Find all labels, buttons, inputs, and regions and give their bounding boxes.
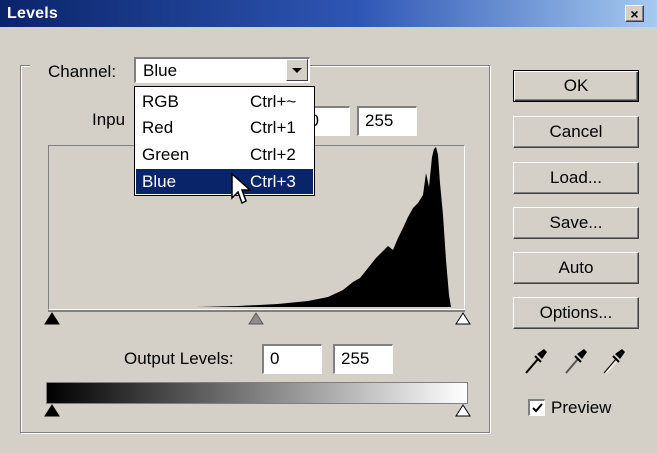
channel-select-value: Blue bbox=[143, 61, 178, 80]
option-shortcut: Ctrl+2 bbox=[250, 145, 296, 164]
dropdown-option-rgb[interactable]: RGB Ctrl+~ bbox=[136, 89, 313, 114]
option-shortcut: Ctrl+1 bbox=[250, 118, 296, 137]
close-button[interactable]: × bbox=[625, 5, 644, 22]
ok-button[interactable]: OK bbox=[513, 70, 639, 102]
output-levels-low-field[interactable]: 0 bbox=[262, 344, 322, 374]
cancel-button[interactable]: Cancel bbox=[513, 116, 639, 148]
chevron-down-icon[interactable] bbox=[286, 59, 308, 81]
black-point-slider[interactable] bbox=[44, 312, 60, 326]
mouse-cursor-icon bbox=[231, 172, 252, 205]
option-label: Blue bbox=[142, 172, 177, 191]
option-label: Red bbox=[142, 118, 174, 137]
option-shortcut: Ctrl+3 bbox=[250, 172, 296, 191]
checkmark-icon bbox=[532, 403, 543, 413]
preview-label: Preview bbox=[551, 398, 612, 417]
channel-dropdown-list: RGB Ctrl+~ Red Ctrl+1 Green Ctrl+2 Blue … bbox=[134, 86, 315, 196]
white-point-slider[interactable] bbox=[455, 312, 471, 326]
option-label: Green bbox=[142, 145, 190, 164]
option-shortcut: Ctrl+~ bbox=[250, 92, 297, 111]
output-levels-high-field[interactable]: 255 bbox=[333, 344, 393, 374]
input-levels-label: Inpu bbox=[92, 110, 126, 129]
auto-button[interactable]: Auto bbox=[513, 252, 639, 284]
dropdown-option-green[interactable]: Green Ctrl+2 bbox=[136, 142, 313, 167]
eyedropper-white-icon[interactable] bbox=[601, 346, 627, 376]
dropdown-option-red[interactable]: Red Ctrl+1 bbox=[136, 115, 313, 140]
close-icon: × bbox=[630, 6, 639, 22]
output-levels-label: Output Levels: bbox=[124, 349, 234, 368]
channel-label: Channel: bbox=[48, 62, 117, 81]
eyedropper-black-icon[interactable] bbox=[523, 346, 549, 376]
load-button[interactable]: Load... bbox=[513, 162, 639, 194]
gamma-slider[interactable] bbox=[248, 312, 264, 326]
preview-checkbox[interactable] bbox=[528, 399, 545, 416]
input-levels-high-field[interactable]: 255 bbox=[357, 106, 417, 136]
eyedropper-gray-icon[interactable] bbox=[563, 346, 589, 376]
option-label: RGB bbox=[142, 92, 179, 111]
dropdown-option-blue[interactable]: Blue Ctrl+3 bbox=[136, 169, 313, 194]
title-bar bbox=[0, 0, 657, 27]
options-button[interactable]: Options... bbox=[513, 297, 639, 329]
output-black-slider[interactable] bbox=[44, 404, 60, 418]
output-gradient-bar bbox=[46, 382, 468, 404]
window-title: Levels bbox=[7, 5, 59, 22]
output-white-slider[interactable] bbox=[455, 404, 471, 418]
save-button[interactable]: Save... bbox=[513, 207, 639, 239]
